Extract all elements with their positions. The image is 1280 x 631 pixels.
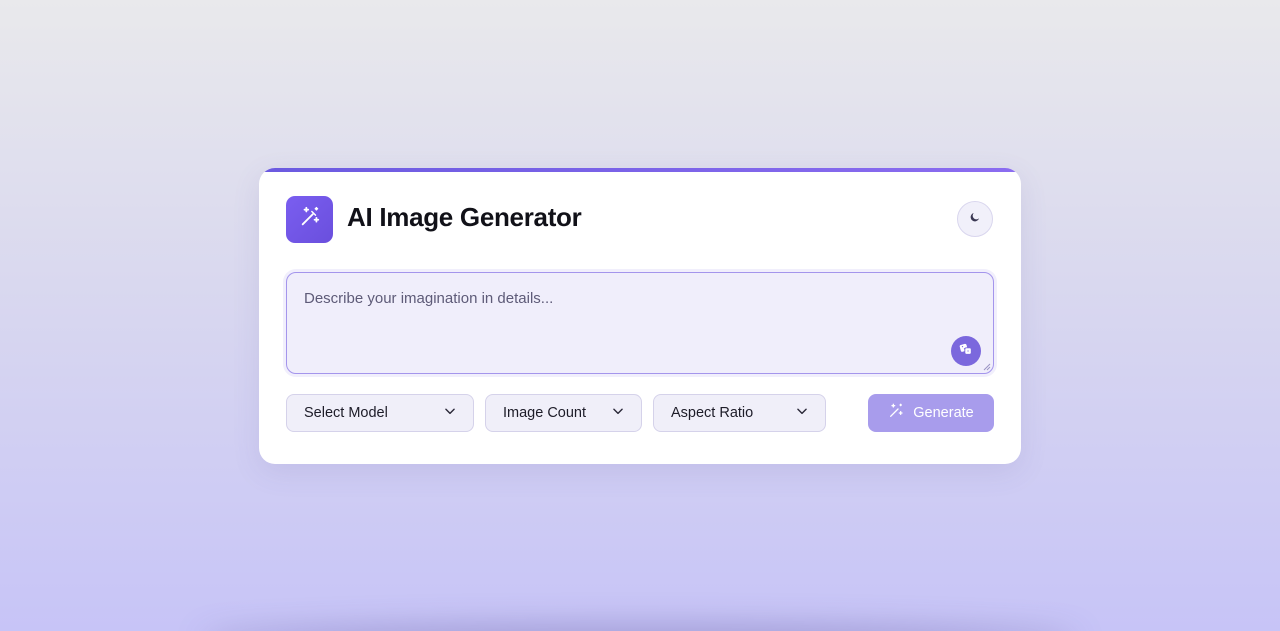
- page-title: AI Image Generator: [347, 202, 582, 232]
- model-select-label: Select Model: [304, 405, 388, 421]
- image-count-select-label: Image Count: [503, 405, 587, 421]
- chevron-down-icon: [795, 404, 809, 422]
- prompt-field: [286, 272, 994, 374]
- model-select[interactable]: Select Model: [286, 394, 474, 432]
- chevron-down-icon: [443, 404, 457, 422]
- chevron-down-icon: [611, 404, 625, 422]
- image-count-select[interactable]: Image Count: [485, 394, 642, 432]
- magic-wand-icon: [299, 206, 321, 233]
- aspect-ratio-select-label: Aspect Ratio: [671, 405, 754, 421]
- prompt-input[interactable]: [287, 273, 993, 373]
- generate-button-label: Generate: [913, 405, 974, 421]
- app-logo: [286, 196, 333, 243]
- generate-button[interactable]: Generate: [868, 394, 994, 432]
- moon-icon: [969, 210, 981, 228]
- generator-card: AI Image Generator Select: [259, 168, 1021, 464]
- theme-toggle-button[interactable]: [957, 201, 993, 237]
- dice-icon: [959, 342, 973, 361]
- aspect-ratio-select[interactable]: Aspect Ratio: [653, 394, 826, 432]
- resize-grip-icon[interactable]: [983, 363, 991, 371]
- magic-wand-icon: [888, 403, 904, 423]
- random-prompt-button[interactable]: [951, 336, 981, 366]
- card-accent-bar: [259, 168, 1021, 172]
